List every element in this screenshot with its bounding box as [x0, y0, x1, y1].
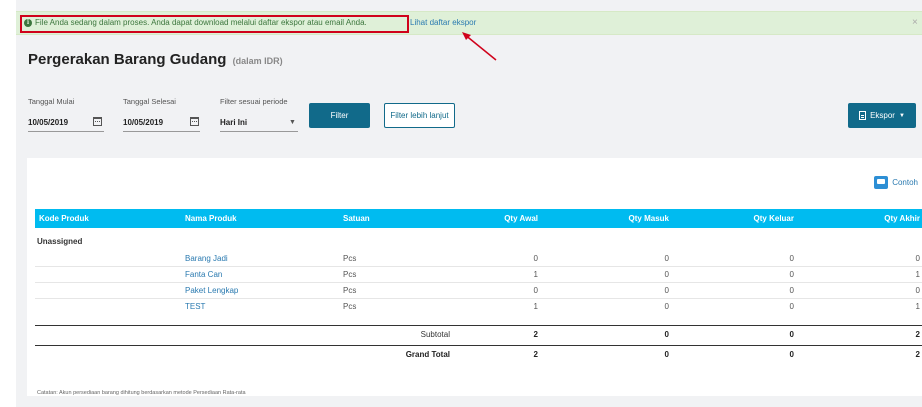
qty-keluar-cell: 0: [789, 302, 794, 311]
start-date-label: Tanggal Mulai: [28, 97, 75, 106]
page-title: Pergerakan Barang Gudang (dalam IDR): [28, 51, 283, 68]
qty-keluar-cell: 0: [789, 286, 794, 295]
period-select[interactable]: Hari Ini: [220, 118, 247, 127]
qty-masuk-cell: 0: [664, 286, 669, 295]
grand-total-akhir: 2: [915, 350, 920, 359]
subtotal-label: Subtotal: [420, 330, 450, 339]
export-button-label: Ekspor: [870, 111, 895, 120]
col-nama-produk: Nama Produk: [185, 214, 237, 223]
col-qty-keluar: Qty Keluar: [753, 214, 794, 223]
period-label: Filter sesuai periode: [220, 97, 288, 106]
footnote: Catatan: Akun persediaan barang dihitung…: [37, 390, 246, 396]
calendar-icon[interactable]: [190, 117, 199, 126]
end-date-underline: [123, 131, 200, 132]
table-row: TEST Pcs 1 0 0 1: [35, 299, 922, 315]
grand-total-awal: 2: [533, 350, 538, 359]
chevron-down-icon: ▼: [898, 112, 905, 119]
table-row: Paket Lengkap Pcs 0 0 0 0: [35, 283, 922, 299]
period-underline: [220, 131, 298, 132]
col-kode-produk: Kode Produk: [39, 214, 89, 223]
export-button[interactable]: Ekspor ▼: [848, 103, 916, 128]
sample-label: Contoh: [892, 178, 918, 187]
start-date-input[interactable]: 10/05/2019: [28, 118, 68, 127]
close-icon[interactable]: ×: [912, 17, 918, 28]
filter-button[interactable]: Filter: [309, 103, 370, 128]
col-satuan: Satuan: [343, 214, 370, 223]
qty-keluar-cell: 0: [789, 270, 794, 279]
grand-total-label: Grand Total: [405, 350, 450, 359]
qty-akhir-cell: 1: [915, 270, 920, 279]
group-label: Unassigned: [37, 237, 83, 246]
export-list-link[interactable]: Lihat daftar ekspor: [410, 18, 476, 27]
product-link[interactable]: Paket Lengkap: [185, 286, 238, 295]
grand-total-keluar: 0: [789, 350, 794, 359]
col-qty-awal: Qty Awal: [504, 214, 538, 223]
unit-cell: Pcs: [343, 254, 357, 263]
qty-awal-cell: 1: [533, 302, 538, 311]
grand-total-row: Grand Total 2 0 0 2: [35, 347, 922, 363]
subtotal-awal: 2: [533, 330, 538, 339]
pdf-icon: [874, 176, 889, 189]
subtotal-row: Subtotal 2 0 0 2: [35, 327, 922, 343]
end-date-input[interactable]: 10/05/2019: [123, 118, 163, 127]
start-date-underline: [28, 131, 104, 132]
alert-highlight-box: [20, 15, 409, 33]
chevron-down-icon[interactable]: ▼: [289, 119, 296, 126]
product-link[interactable]: Fanta Can: [185, 270, 222, 279]
grand-total-masuk: 0: [664, 350, 669, 359]
qty-awal-cell: 0: [533, 254, 538, 263]
qty-masuk-cell: 0: [664, 302, 669, 311]
subtotal-divider: [35, 325, 922, 326]
qty-awal-cell: 0: [533, 286, 538, 295]
table-header: Kode Produk Nama Produk Satuan Qty Awal …: [35, 209, 922, 228]
qty-masuk-cell: 0: [664, 254, 669, 263]
qty-masuk-cell: 0: [664, 270, 669, 279]
sample-pdf-link[interactable]: Contoh: [874, 176, 918, 189]
product-link[interactable]: Barang Jadi: [185, 254, 228, 263]
report-card: Contoh Kode Produk Nama Produk Satuan Qt…: [27, 158, 922, 396]
col-qty-akhir: Qty Akhir: [884, 214, 920, 223]
qty-keluar-cell: 0: [789, 254, 794, 263]
calendar-icon[interactable]: [93, 117, 102, 126]
export-file-icon: [859, 111, 867, 120]
subtotal-keluar: 0: [789, 330, 794, 339]
unit-cell: Pcs: [343, 286, 357, 295]
unit-cell: Pcs: [343, 302, 357, 311]
page: i File Anda sedang dalam proses. Anda da…: [16, 0, 922, 407]
advanced-filter-button[interactable]: Filter lebih lanjut: [384, 103, 455, 128]
page-subtitle: (dalam IDR): [232, 56, 283, 66]
col-qty-masuk: Qty Masuk: [628, 214, 669, 223]
table-row: Barang Jadi Pcs 0 0 0 0: [35, 251, 922, 267]
qty-akhir-cell: 1: [915, 302, 920, 311]
end-date-label: Tanggal Selesai: [123, 97, 176, 106]
unit-cell: Pcs: [343, 270, 357, 279]
table-row: Fanta Can Pcs 1 0 0 1: [35, 267, 922, 283]
annotation-arrow-icon: [462, 32, 497, 61]
page-title-text: Pergerakan Barang Gudang: [28, 51, 227, 68]
qty-akhir-cell: 0: [915, 286, 920, 295]
qty-akhir-cell: 0: [915, 254, 920, 263]
qty-awal-cell: 1: [533, 270, 538, 279]
product-link[interactable]: TEST: [185, 302, 205, 311]
subtotal-masuk: 0: [664, 330, 669, 339]
subtotal-akhir: 2: [915, 330, 920, 339]
grand-total-divider: [35, 345, 922, 346]
